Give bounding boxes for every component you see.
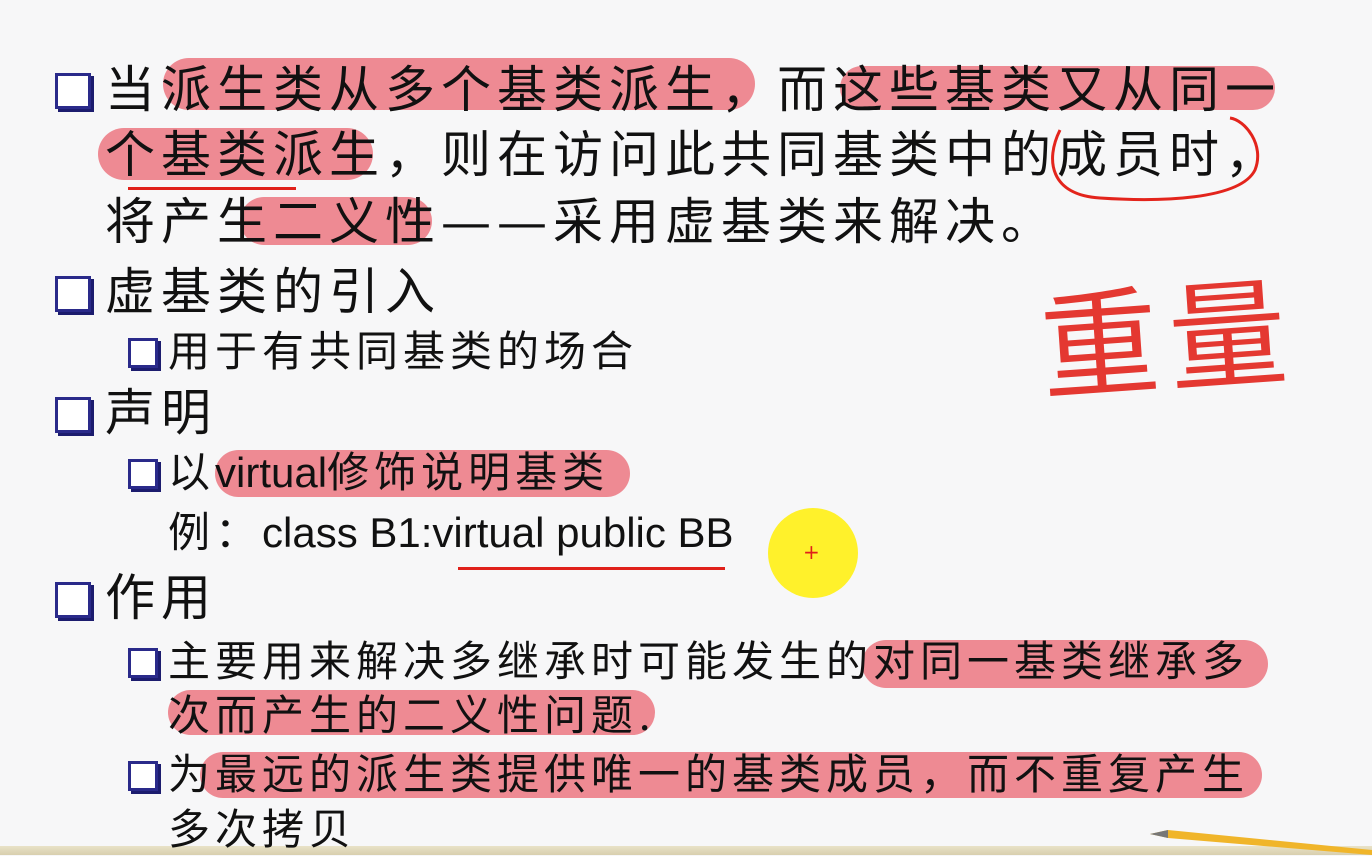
red-underline <box>128 187 296 190</box>
checkbox-bullet-icon <box>128 761 158 791</box>
sub-bullet-text: 以virtual修饰说明基类 <box>168 447 609 499</box>
bullet-text: 声明 <box>105 384 217 442</box>
bullet-text: 虚基类的引入 <box>105 263 441 321</box>
checkbox-bullet-icon <box>55 73 91 109</box>
example-label: 例： <box>168 508 263 557</box>
sub-bullet-text: 主要用来解决多继承时可能发生的对同一基类继承多 <box>168 637 1250 686</box>
red-underline <box>458 567 725 570</box>
sub-bullet-text: 次而产生的二义性问题. <box>168 691 657 740</box>
pencil-icon <box>1150 830 1372 855</box>
checkbox-bullet-icon <box>55 276 91 312</box>
text-prefix: 以 <box>168 448 216 497</box>
cursor-icon: + <box>803 540 820 564</box>
checkbox-bullet-icon <box>128 459 158 489</box>
bullet-text: 将产生二义性——采用虚基类来解决。 <box>105 193 1057 251</box>
sub-bullet-text: 用于有共同基类的场合 <box>168 327 639 376</box>
checkbox-bullet-icon <box>55 397 91 433</box>
checkbox-bullet-icon <box>128 338 158 368</box>
checkbox-bullet-icon <box>55 582 91 618</box>
sub-bullet-text: 为最远的派生类提供唯一的基类成员，而不重复产生 <box>168 750 1250 799</box>
example-line: 例：class B1:virtual public BB <box>168 507 734 559</box>
handwritten-note: 重量 <box>1036 263 1302 419</box>
checkbox-bullet-icon <box>128 648 158 678</box>
red-circle-annotation <box>1051 116 1260 202</box>
sub-bullet-text: 多次拷贝 <box>168 805 357 854</box>
text-rest: 修饰说明基类 <box>327 448 610 497</box>
code-keyword: virtual <box>215 449 328 496</box>
bullet-text: 作用 <box>105 569 217 627</box>
example-code: class B1:virtual public BB <box>262 509 734 556</box>
